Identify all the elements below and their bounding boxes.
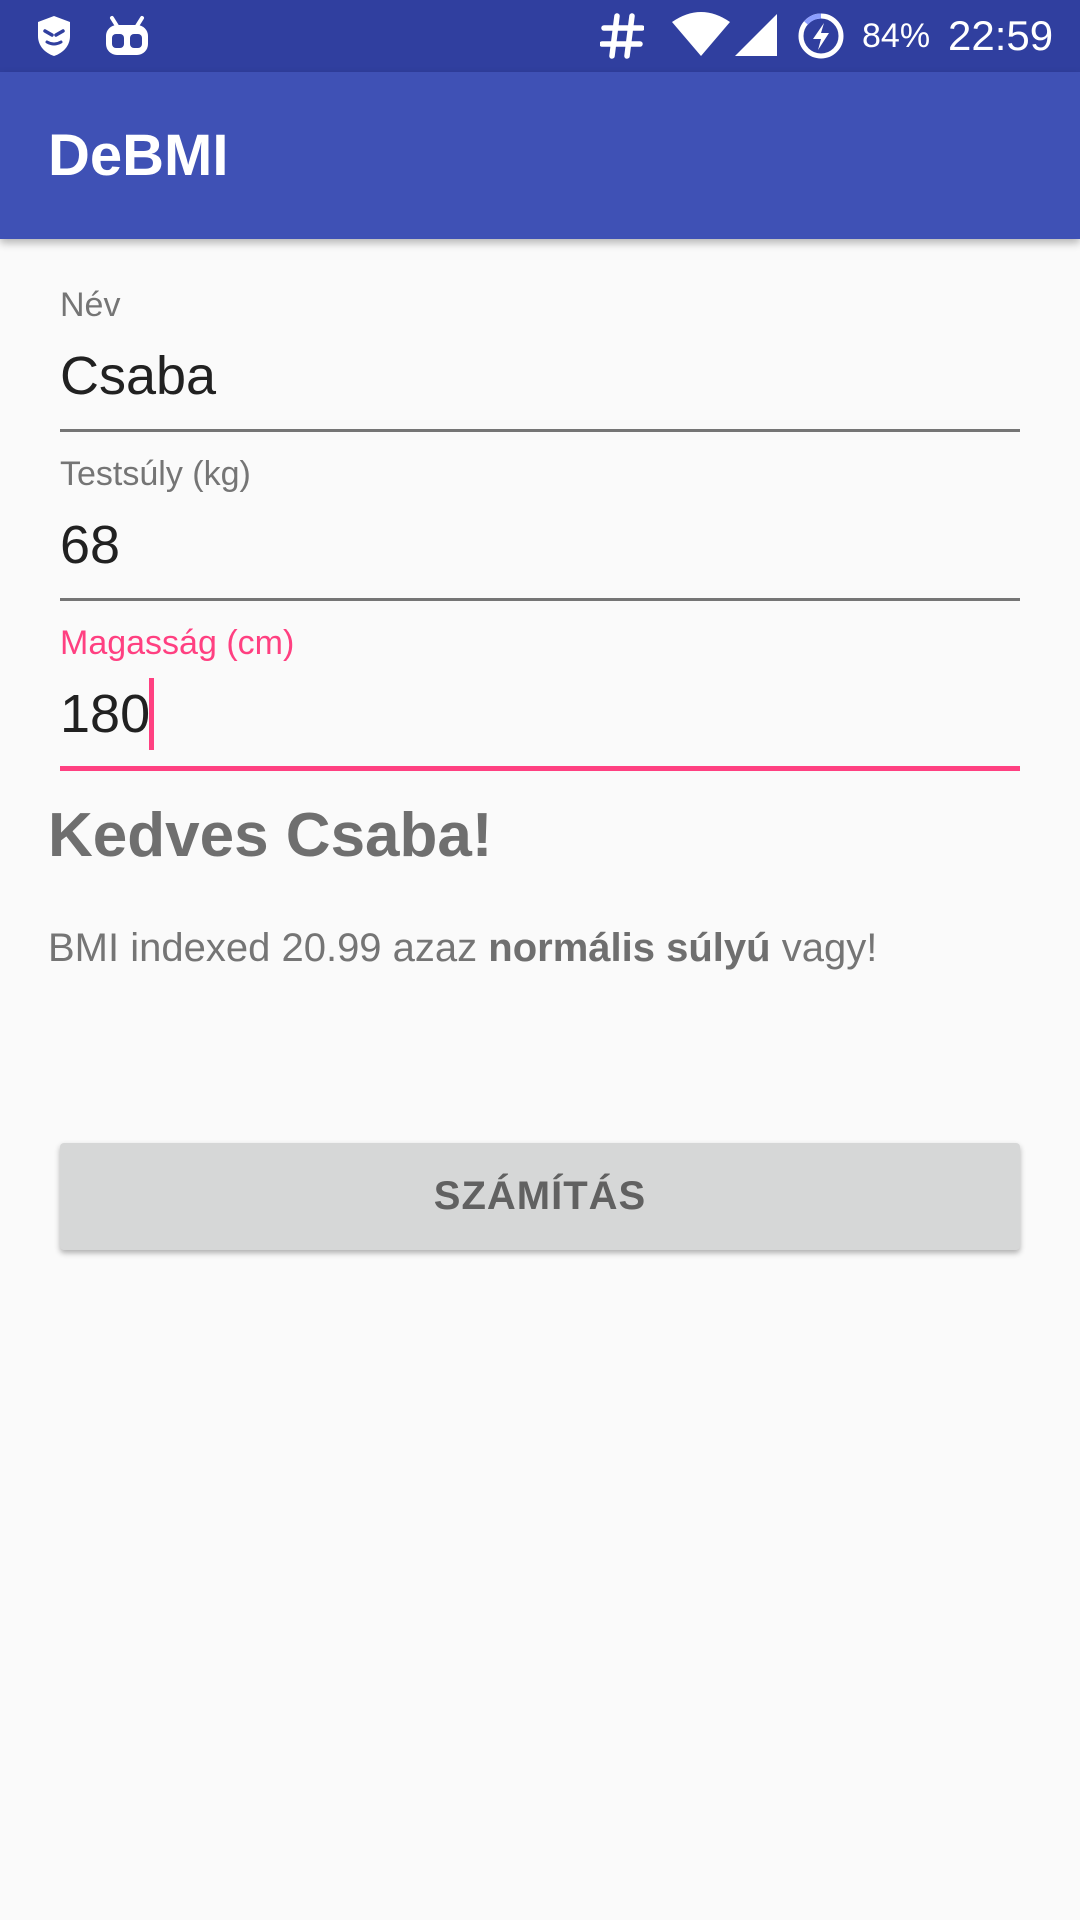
- height-input[interactable]: [60, 686, 1020, 742]
- height-underline: [60, 766, 1020, 771]
- bmi-result-text: BMI indexed 20.99 azaz normális súlyú va…: [48, 926, 877, 971]
- bmi-result-prefix: BMI indexed 20.99 azaz: [48, 926, 489, 970]
- app-title: DeBMI: [48, 123, 229, 188]
- battery-charging-icon: [796, 11, 846, 66]
- battery-percent: 84%: [862, 17, 931, 55]
- status-bar: 84% 22:59: [0, 0, 1080, 72]
- cell-signal-icon: [733, 12, 779, 63]
- bmi-result-suffix: vagy!: [770, 926, 878, 970]
- height-field: Magasság (cm): [60, 624, 1020, 774]
- weight-underline: [60, 598, 1020, 601]
- weight-input[interactable]: [60, 517, 1020, 573]
- name-underline: [60, 429, 1020, 432]
- name-input[interactable]: [60, 348, 1020, 404]
- name-field: Név: [60, 286, 1020, 436]
- text-cursor: [149, 678, 154, 750]
- app-bar: DeBMI: [0, 72, 1080, 239]
- weight-label: Testsúly (kg): [60, 455, 251, 493]
- name-label: Név: [60, 286, 121, 324]
- shield-icon: [36, 14, 72, 63]
- status-clock: 22:59: [948, 12, 1054, 59]
- wifi-icon: [670, 12, 732, 63]
- hash-icon: [599, 12, 645, 65]
- calculate-button[interactable]: SZÁMÍTÁS: [60, 1143, 1020, 1250]
- height-label: Magasság (cm): [60, 624, 295, 662]
- greeting-heading: Kedves Csaba!: [48, 801, 493, 870]
- weight-field: Testsúly (kg): [60, 455, 1020, 605]
- android-icon: [104, 14, 150, 63]
- bmi-category: normális súlyú: [488, 926, 771, 970]
